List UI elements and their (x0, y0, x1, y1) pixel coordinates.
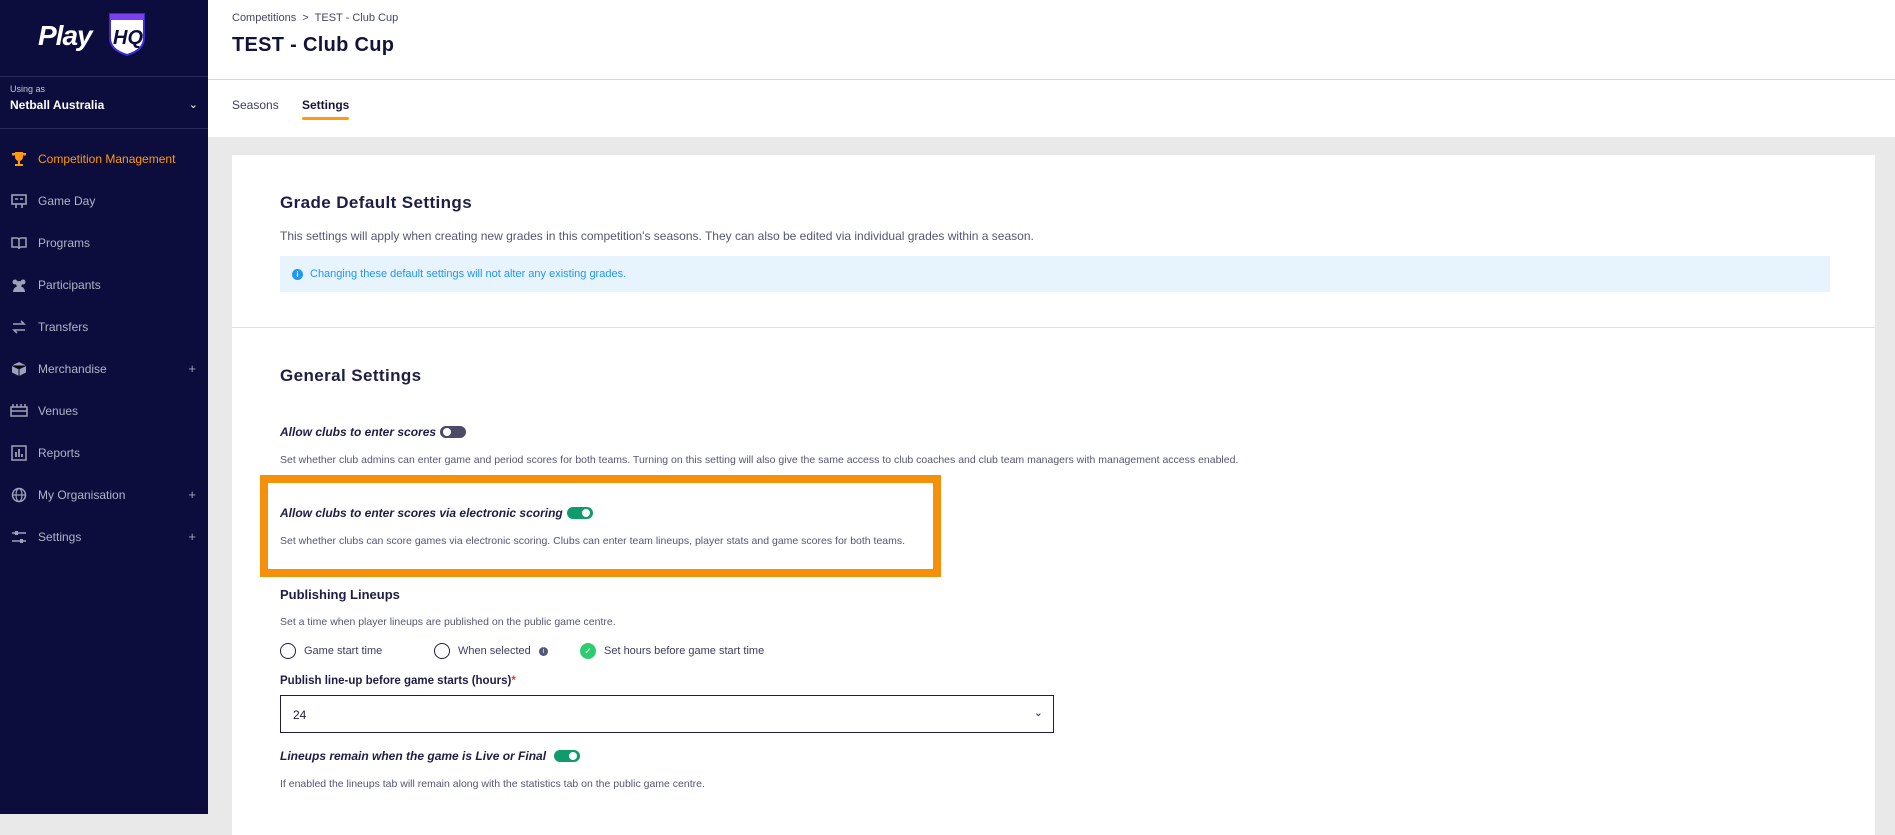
sliders-icon (10, 529, 28, 545)
breadcrumb-competitions[interactable]: Competitions (232, 12, 296, 24)
sidebar-nav: Competition Management Game Day Programs… (0, 138, 208, 558)
sidebar-divider (0, 128, 208, 129)
org-name: Netball Australia (10, 98, 105, 112)
radio-label: Set hours before game start time (604, 645, 765, 657)
chevron-down-icon: ⌄ (1033, 707, 1043, 719)
sidebar-item-label: Venues (38, 404, 79, 418)
sidebar-item-label: My Organisation (38, 488, 126, 502)
grade-default-title: Grade Default Settings (280, 193, 473, 212)
sidebar-item-label: Game Day (38, 194, 96, 208)
radio-set-hours[interactable]: ✓ Set hours before game start time (580, 643, 764, 659)
sidebar-item-game-day[interactable]: Game Day (0, 180, 208, 222)
report-icon (10, 445, 28, 461)
hours-select[interactable]: 24 ⌄ (280, 695, 1054, 733)
expand-plus-icon[interactable]: + (188, 487, 196, 502)
playhq-logo[interactable]: Play HQ (38, 8, 156, 62)
page-title: TEST - Club Cup (232, 34, 395, 56)
sidebar-item-label: Merchandise (38, 362, 107, 376)
book-icon (10, 235, 28, 251)
logo-text: Play (38, 20, 93, 51)
sidebar-item-label: Programs (38, 236, 91, 250)
radio-when-selected[interactable]: When selected i (434, 643, 548, 659)
sidebar-item-programs[interactable]: Programs (0, 222, 208, 264)
allow-scores-toggle[interactable] (440, 426, 466, 438)
hours-label-text: Publish line-up before game starts (hour… (280, 675, 512, 687)
chevron-down-icon: ⌄ (188, 99, 198, 111)
sidebar-item-settings[interactable]: Settings + (0, 516, 208, 558)
scoreboard-icon (10, 193, 28, 209)
tab-seasons[interactable]: Seasons (232, 98, 279, 112)
publishing-lineups-title: Publishing Lineups (280, 587, 400, 602)
toggle-knob (443, 428, 451, 436)
breadcrumb-current: TEST - Club Cup (314, 12, 399, 24)
section-divider (232, 327, 1875, 328)
trophy-icon (10, 151, 28, 167)
logo-badge-text: HQ (113, 27, 143, 49)
highlight-box (260, 475, 941, 577)
lineups-remain-toggle[interactable] (554, 750, 580, 762)
allow-scores-label: Allow clubs to enter scores (280, 425, 437, 439)
sidebar-item-merchandise[interactable]: Merchandise + (0, 348, 208, 390)
people-icon (10, 277, 28, 293)
check-icon: ✓ (580, 643, 596, 659)
using-as-label: Using as (10, 84, 46, 94)
hours-select-value: 24 (293, 708, 307, 722)
sidebar-item-competition-management[interactable]: Competition Management (0, 138, 208, 180)
expand-plus-icon[interactable]: + (188, 361, 196, 376)
sidebar-item-label: Participants (38, 278, 101, 292)
breadcrumb-separator: > (302, 12, 309, 24)
radio-label: When selected (458, 645, 531, 657)
hq-badge-icon: HQ (109, 13, 145, 56)
radio-circle (280, 643, 296, 659)
sidebar-item-transfers[interactable]: Transfers (0, 306, 208, 348)
sidebar-item-my-organisation[interactable]: My Organisation + (0, 474, 208, 516)
grade-default-description: This settings will apply when creating n… (280, 229, 1034, 243)
globe-icon (10, 487, 28, 503)
lineups-remain-label: Lineups remain when the game is Live or … (280, 749, 547, 763)
sidebar-divider (0, 76, 208, 77)
allow-scores-description: Set whether club admins can enter game a… (280, 454, 1239, 466)
sidebar-item-participants[interactable]: Participants (0, 264, 208, 306)
radio-circle (434, 643, 450, 659)
box-icon (10, 361, 28, 377)
org-switcher[interactable]: Using as Netball Australia ⌄ (10, 84, 200, 112)
radio-game-start-time[interactable]: Game start time (280, 643, 382, 659)
tab-settings[interactable]: Settings (302, 98, 350, 120)
sidebar-item-label: Reports (38, 446, 81, 460)
stadium-icon (10, 403, 28, 419)
radio-label: Game start time (304, 645, 383, 657)
info-icon: i (292, 269, 303, 280)
transfer-icon (10, 319, 28, 335)
breadcrumb: Competitions > TEST - Club Cup (232, 12, 398, 24)
sidebar-item-label: Settings (38, 530, 82, 544)
expand-plus-icon[interactable]: + (188, 529, 196, 544)
publishing-lineups-description: Set a time when player lineups are publi… (280, 616, 616, 628)
page-header: Competitions > TEST - Club Cup TEST - Club… (208, 0, 1895, 80)
sidebar-item-label: Transfers (38, 320, 89, 334)
info-banner-text: Changing these default settings will not… (310, 268, 627, 280)
sidebar-item-label: Competition Management (38, 152, 176, 166)
general-settings-title: General Settings (280, 366, 422, 385)
hours-field-label: Publish line-up before game starts (hour… (280, 675, 516, 687)
info-icon[interactable]: i (538, 646, 548, 656)
toggle-knob (569, 752, 577, 760)
tab-bar: Seasons Settings (208, 80, 1895, 137)
lineups-remain-description: If enabled the lineups tab will remain a… (280, 778, 705, 790)
required-mark: * (511, 675, 516, 687)
sidebar-item-reports[interactable]: Reports (0, 432, 208, 474)
sidebar: Play HQ Using as Netball Australia ⌄ Com… (0, 0, 208, 814)
info-banner: i Changing these default settings will n… (280, 256, 1830, 292)
sidebar-item-venues[interactable]: Venues (0, 390, 208, 432)
